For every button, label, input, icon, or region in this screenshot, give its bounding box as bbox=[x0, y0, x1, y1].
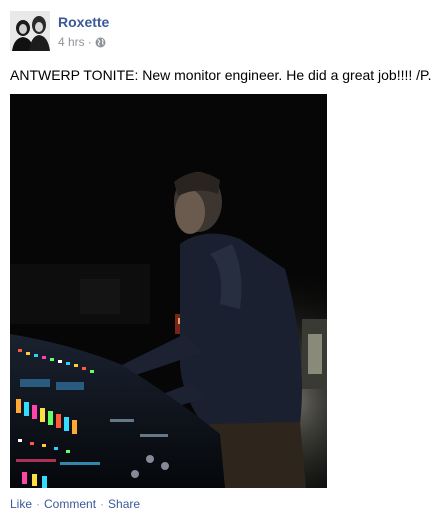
facebook-post: Roxette 4 hrs · ANTWERP TONITE: New moni… bbox=[0, 0, 437, 516]
comment-link[interactable]: Comment bbox=[44, 497, 96, 511]
post-actions: Like · Comment · Share bbox=[10, 497, 140, 511]
globe-icon[interactable] bbox=[95, 37, 106, 48]
photo-image bbox=[10, 94, 327, 488]
post-meta: 4 hrs · bbox=[58, 35, 106, 49]
post-photo[interactable] bbox=[10, 94, 327, 488]
like-link[interactable]: Like bbox=[10, 497, 32, 511]
post-author[interactable]: Roxette bbox=[58, 14, 109, 30]
meta-separator: · bbox=[87, 35, 92, 49]
post-timestamp[interactable]: 4 hrs bbox=[58, 35, 85, 49]
post-message: ANTWERP TONITE: New monitor engineer. He… bbox=[10, 67, 432, 83]
action-separator: · bbox=[100, 497, 105, 511]
action-separator: · bbox=[36, 497, 41, 511]
share-link[interactable]: Share bbox=[108, 497, 140, 511]
avatar-photo bbox=[10, 11, 50, 51]
author-avatar[interactable] bbox=[10, 11, 50, 51]
